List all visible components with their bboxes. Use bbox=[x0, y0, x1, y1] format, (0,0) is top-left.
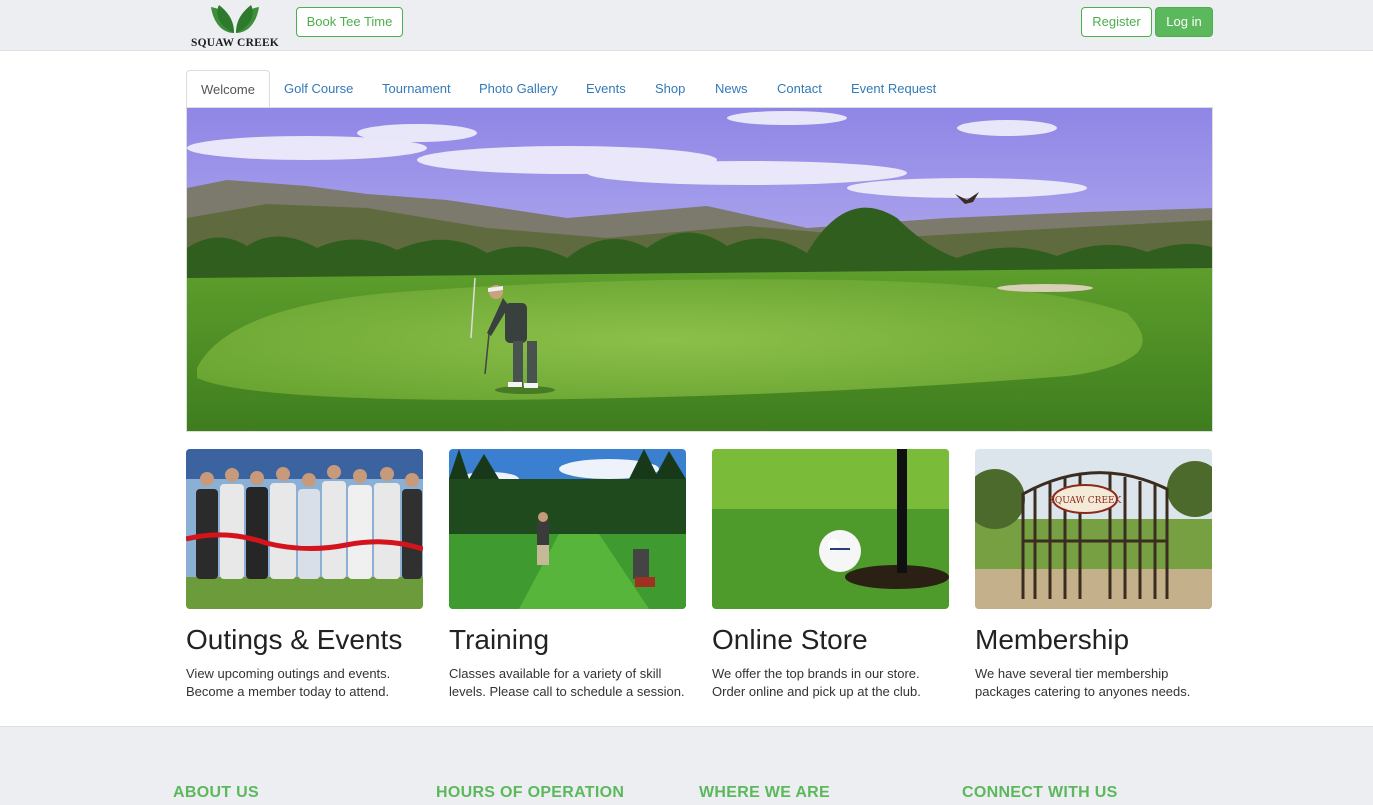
outings-events-image[interactable] bbox=[186, 449, 423, 609]
training-text: Classes available for a variety of skill… bbox=[449, 666, 685, 699]
golfer-on-fairway bbox=[449, 449, 686, 609]
training-image[interactable] bbox=[449, 449, 686, 609]
outings-events-text: View upcoming outings and events. Become… bbox=[186, 666, 391, 699]
site-logo[interactable]: SQUAW CREEK bbox=[189, 3, 281, 49]
membership-image[interactable]: SQUAW CREEK bbox=[975, 449, 1212, 609]
golfer-putting-illustration bbox=[187, 108, 1212, 431]
tab-contact[interactable]: Contact bbox=[777, 70, 822, 108]
tab-shop[interactable]: Shop bbox=[655, 70, 685, 108]
online-store-image[interactable] bbox=[712, 449, 949, 609]
squaw-creek-gate: SQUAW CREEK bbox=[975, 449, 1212, 609]
footer: ABOUT US HOURS OF OPERATION WHERE WE ARE… bbox=[0, 726, 1373, 805]
outings-events-title: Outings & Events bbox=[186, 624, 403, 655]
tab-welcome[interactable]: Welcome bbox=[186, 70, 270, 108]
footer-about-heading: ABOUT US bbox=[173, 784, 259, 801]
login-button[interactable]: Log in bbox=[1155, 7, 1213, 37]
tab-event-request[interactable]: Event Request bbox=[851, 70, 936, 108]
online-store-title: Online Store bbox=[712, 624, 868, 655]
main-tabs: Welcome Golf Course Tournament Photo Gal… bbox=[186, 70, 1213, 108]
footer-connect-heading: CONNECT WITH US bbox=[962, 784, 1118, 801]
svg-text:SQUAW CREEK: SQUAW CREEK bbox=[1049, 496, 1122, 506]
book-tee-time-button[interactable]: Book Tee Time bbox=[296, 7, 403, 37]
logo-text: SQUAW CREEK bbox=[191, 37, 279, 49]
golf-ball-near-hole bbox=[712, 449, 949, 609]
register-button[interactable]: Register bbox=[1081, 7, 1152, 37]
ribbon-cutting-group-photo bbox=[186, 449, 423, 609]
top-navbar: SQUAW CREEK Book Tee Time Register Log i… bbox=[0, 0, 1373, 51]
tab-events[interactable]: Events bbox=[586, 70, 626, 108]
hero-banner bbox=[186, 107, 1213, 432]
footer-where-heading: WHERE WE ARE bbox=[699, 784, 831, 801]
tab-photo-gallery[interactable]: Photo Gallery bbox=[479, 70, 558, 108]
training-title: Training bbox=[449, 624, 550, 655]
tab-news[interactable]: News bbox=[715, 70, 748, 108]
footer-hours-heading: HOURS OF OPERATION bbox=[436, 784, 625, 801]
tab-tournament[interactable]: Tournament bbox=[382, 70, 451, 108]
leaf-logo-icon bbox=[211, 5, 259, 33]
membership-text: We have several tier membership packages… bbox=[975, 666, 1191, 699]
online-store-text: We offer the top brands in our store. Or… bbox=[712, 666, 921, 699]
membership-title: Membership bbox=[975, 624, 1130, 655]
tab-golf-course[interactable]: Golf Course bbox=[284, 70, 353, 108]
